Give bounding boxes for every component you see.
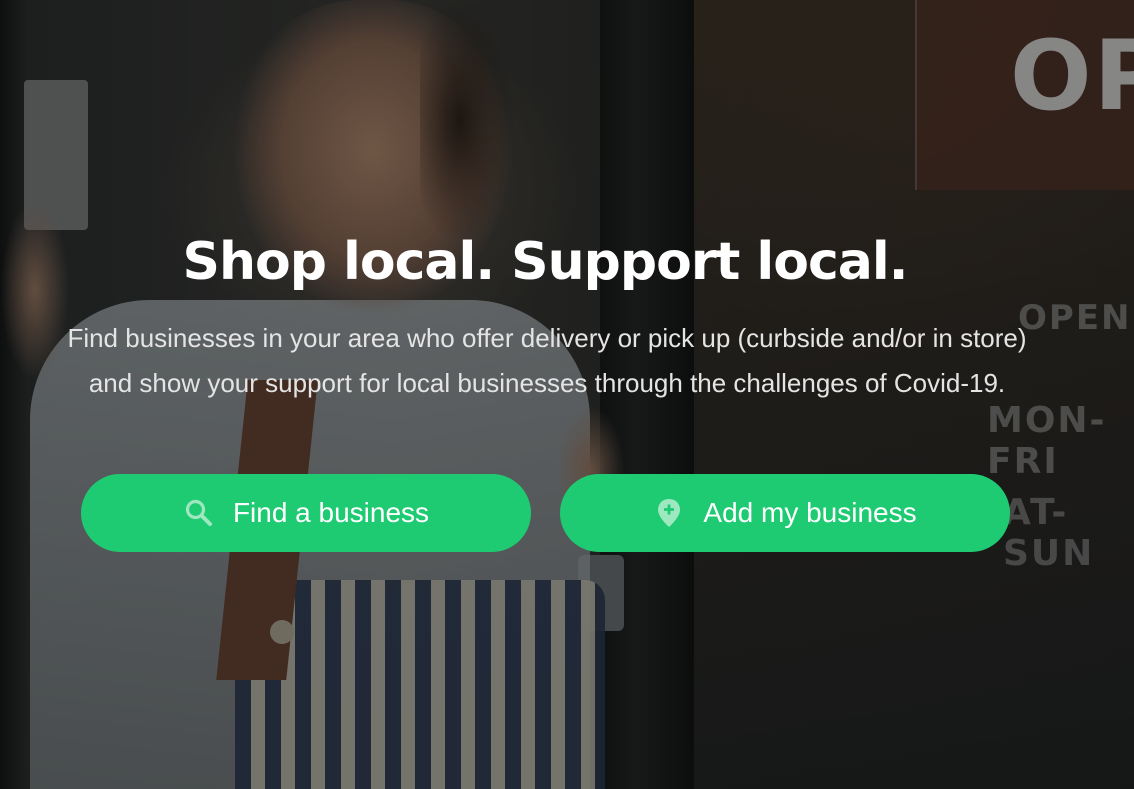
add-business-label: Add my business [703, 497, 917, 528]
find-business-label: Find a business [232, 497, 430, 528]
add-business-button[interactable]: Add my business [560, 474, 1010, 552]
hero-subtext-line-1: Find businesses in your area who offer d… [67, 323, 1027, 353]
search-icon [183, 497, 215, 529]
hero-content: Shop local. Support local. Find business… [0, 0, 1134, 789]
find-business-button[interactable]: Find a business [81, 474, 531, 552]
hero-section: OP OPENIN MON-FRI AT-SUN Shop local. Sup… [0, 0, 1134, 789]
hero-subtext-line-2: and show your support for local business… [88, 368, 1006, 398]
hero-headline: Shop local. Support local. [182, 232, 909, 292]
hero-subtext: Find businesses in your area who offer d… [20, 316, 1074, 406]
add-location-icon [653, 497, 685, 529]
